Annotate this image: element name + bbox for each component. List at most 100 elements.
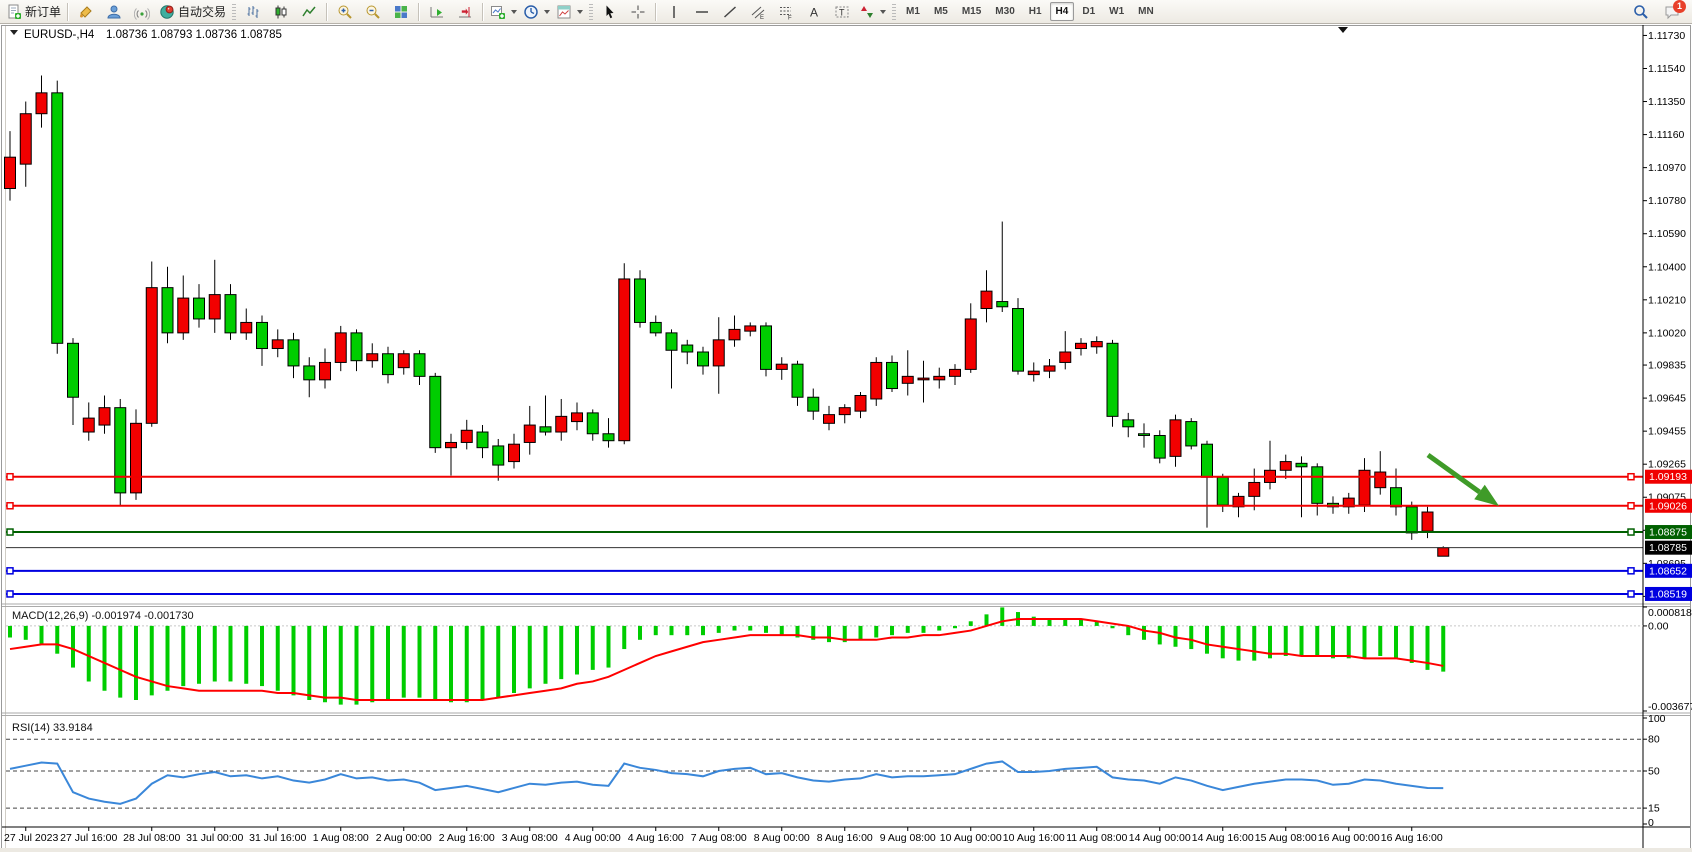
timeframe-h4[interactable]: H4 bbox=[1050, 2, 1075, 21]
line-chart-icon[interactable] bbox=[295, 1, 323, 23]
time-tick-label: 8 Aug 16:00 bbox=[817, 832, 873, 844]
timeframe-m30[interactable]: M30 bbox=[989, 2, 1020, 21]
timeframe-d1[interactable]: D1 bbox=[1076, 2, 1101, 21]
macd-scale-label: -0.003677 bbox=[1648, 701, 1692, 713]
new-order-label: 新订单 bbox=[25, 3, 61, 20]
rsi-scale-label: 15 bbox=[1648, 803, 1660, 815]
toolbar-separator bbox=[232, 4, 236, 20]
line-price-label: 1.08652 bbox=[1649, 565, 1687, 577]
time-tick-label: 1 Aug 08:00 bbox=[313, 832, 369, 844]
time-tick-label: 8 Aug 00:00 bbox=[754, 832, 810, 844]
price-tick-label: 1.09265 bbox=[1648, 459, 1686, 471]
support-line-green[interactable] bbox=[6, 529, 1643, 535]
horizontal-line-icon[interactable] bbox=[688, 1, 716, 23]
time-tick-label: 2 Aug 16:00 bbox=[439, 832, 495, 844]
time-tick-label: 16 Aug 16:00 bbox=[1381, 832, 1443, 844]
cursor-icon[interactable] bbox=[596, 1, 624, 23]
chat-button[interactable]: 1 bbox=[1661, 2, 1683, 22]
time-tick-label: 27 Jul 2023 bbox=[4, 832, 58, 844]
time-tick-label: 15 Aug 08:00 bbox=[1255, 832, 1317, 844]
line-handle bbox=[1628, 503, 1634, 509]
candlestick-chart-icon[interactable] bbox=[267, 1, 295, 23]
chart-shift-icon[interactable] bbox=[451, 1, 479, 23]
timeframe-group: M1M5M15M30H1H4D1W1MN bbox=[899, 2, 1161, 21]
time-tick-label: 27 Jul 16:00 bbox=[60, 832, 117, 844]
trend-arrow[interactable] bbox=[1428, 455, 1499, 506]
toolbar-separator bbox=[326, 3, 328, 21]
toolbar-separator bbox=[655, 3, 657, 21]
autotrade-label: 自动交易 bbox=[178, 3, 226, 20]
toolbar-group-5 bbox=[487, 1, 586, 23]
price-tick-label: 1.09645 bbox=[1648, 393, 1686, 405]
line-handle bbox=[7, 503, 13, 509]
text-label-icon[interactable]: T bbox=[828, 1, 856, 23]
chevron-down-icon bbox=[511, 10, 517, 14]
search-icon[interactable] bbox=[1627, 1, 1655, 23]
macd-pane: 0.0008180.00-0.003677 bbox=[6, 607, 1692, 713]
toolbar-separator bbox=[482, 3, 484, 21]
vertical-line-icon[interactable] bbox=[660, 1, 688, 23]
price-tick-label: 1.09835 bbox=[1648, 360, 1686, 372]
time-tick-label: 31 Jul 16:00 bbox=[249, 832, 306, 844]
toolbar: 新订单 自动交易 EFA T M1M5M15M30H1H4D1W1MN 1 bbox=[0, 0, 1692, 24]
toolbar-separator bbox=[418, 3, 420, 21]
svg-text:T: T bbox=[839, 7, 845, 17]
timeframe-m1[interactable]: M1 bbox=[900, 2, 926, 21]
styler-icon[interactable] bbox=[72, 1, 100, 23]
scroll-to-end-icon[interactable] bbox=[423, 1, 451, 23]
templates-icon[interactable] bbox=[553, 1, 586, 23]
tile-windows-icon[interactable] bbox=[387, 1, 415, 23]
text-icon[interactable]: A bbox=[800, 1, 828, 23]
zoom-out-icon[interactable] bbox=[359, 1, 387, 23]
zoom-in-icon[interactable] bbox=[331, 1, 359, 23]
new-order-icon[interactable]: 新订单 bbox=[3, 1, 64, 23]
window-menu-icon[interactable] bbox=[10, 30, 18, 35]
chart-canvas[interactable]: 1.117301.115401.113501.111601.109701.107… bbox=[0, 24, 1692, 852]
time-tick-label: 9 Aug 08:00 bbox=[880, 832, 936, 844]
time-tick-label: 10 Aug 16:00 bbox=[1003, 832, 1065, 844]
periods-icon[interactable] bbox=[520, 1, 553, 23]
price-tick-label: 1.11350 bbox=[1648, 96, 1685, 108]
bar-chart-icon[interactable] bbox=[239, 1, 267, 23]
line-handle bbox=[7, 568, 13, 574]
macd-label: MACD(12,26,9) -0.001974 -0.001730 bbox=[12, 610, 194, 622]
ohlc-values: 1.08736 1.08793 1.08736 1.08785 bbox=[106, 29, 282, 41]
timeframe-h1[interactable]: H1 bbox=[1023, 2, 1048, 21]
crosshair-icon[interactable] bbox=[624, 1, 652, 23]
price-tick-label: 1.10590 bbox=[1648, 228, 1686, 240]
equidistant-channel-icon[interactable]: E bbox=[744, 1, 772, 23]
support-line-blue-2[interactable] bbox=[6, 591, 1643, 597]
toolbar-group-3 bbox=[331, 1, 415, 23]
line-price-label: 1.08875 bbox=[1649, 527, 1687, 539]
toolbar-separator bbox=[892, 4, 896, 20]
time-tick-label: 3 Aug 08:00 bbox=[502, 832, 558, 844]
time-axis[interactable]: 27 Jul 202327 Jul 16:00 28 Jul 08:00 31 Ju… bbox=[0, 827, 1692, 852]
time-tick-label: 4 Aug 16:00 bbox=[628, 832, 684, 844]
axis-price-labels: 1.091931.090261.088751.087851.086521.085… bbox=[1645, 470, 1692, 601]
support-line-blue-1[interactable] bbox=[6, 568, 1643, 574]
resistance-line-1[interactable] bbox=[6, 474, 1643, 480]
line-price-label: 1.09193 bbox=[1649, 471, 1687, 483]
profile-icon[interactable] bbox=[100, 1, 128, 23]
notification-badge: 1 bbox=[1673, 0, 1686, 13]
rsi-scale-label: 100 bbox=[1648, 713, 1666, 725]
timeframe-w1[interactable]: W1 bbox=[1103, 2, 1130, 21]
time-tick-label: 4 Aug 00:00 bbox=[565, 832, 621, 844]
toolbar-separator bbox=[589, 4, 593, 20]
price-tick-label: 1.09455 bbox=[1648, 426, 1686, 438]
timeframe-mn[interactable]: MN bbox=[1132, 2, 1160, 21]
time-tick-label: 28 Jul 08:00 bbox=[123, 832, 180, 844]
trendline-icon[interactable] bbox=[716, 1, 744, 23]
signal-icon[interactable] bbox=[128, 1, 156, 23]
fibonacci-icon[interactable]: F bbox=[772, 1, 800, 23]
timeframe-m5[interactable]: M5 bbox=[928, 2, 954, 21]
timeframe-m15[interactable]: M15 bbox=[956, 2, 987, 21]
indicators-icon[interactable] bbox=[487, 1, 520, 23]
autotrade-icon[interactable]: 自动交易 bbox=[156, 1, 229, 23]
line-handle bbox=[1628, 568, 1634, 574]
chart-window[interactable]: 1.117301.115401.113501.111601.109701.107… bbox=[0, 24, 1692, 852]
chart-shift-marker[interactable] bbox=[1338, 27, 1348, 33]
toolbar-group-1: 自动交易 bbox=[72, 1, 229, 23]
arrows-icon[interactable] bbox=[856, 1, 889, 23]
toolbar-group-7: EFA T bbox=[660, 1, 889, 23]
